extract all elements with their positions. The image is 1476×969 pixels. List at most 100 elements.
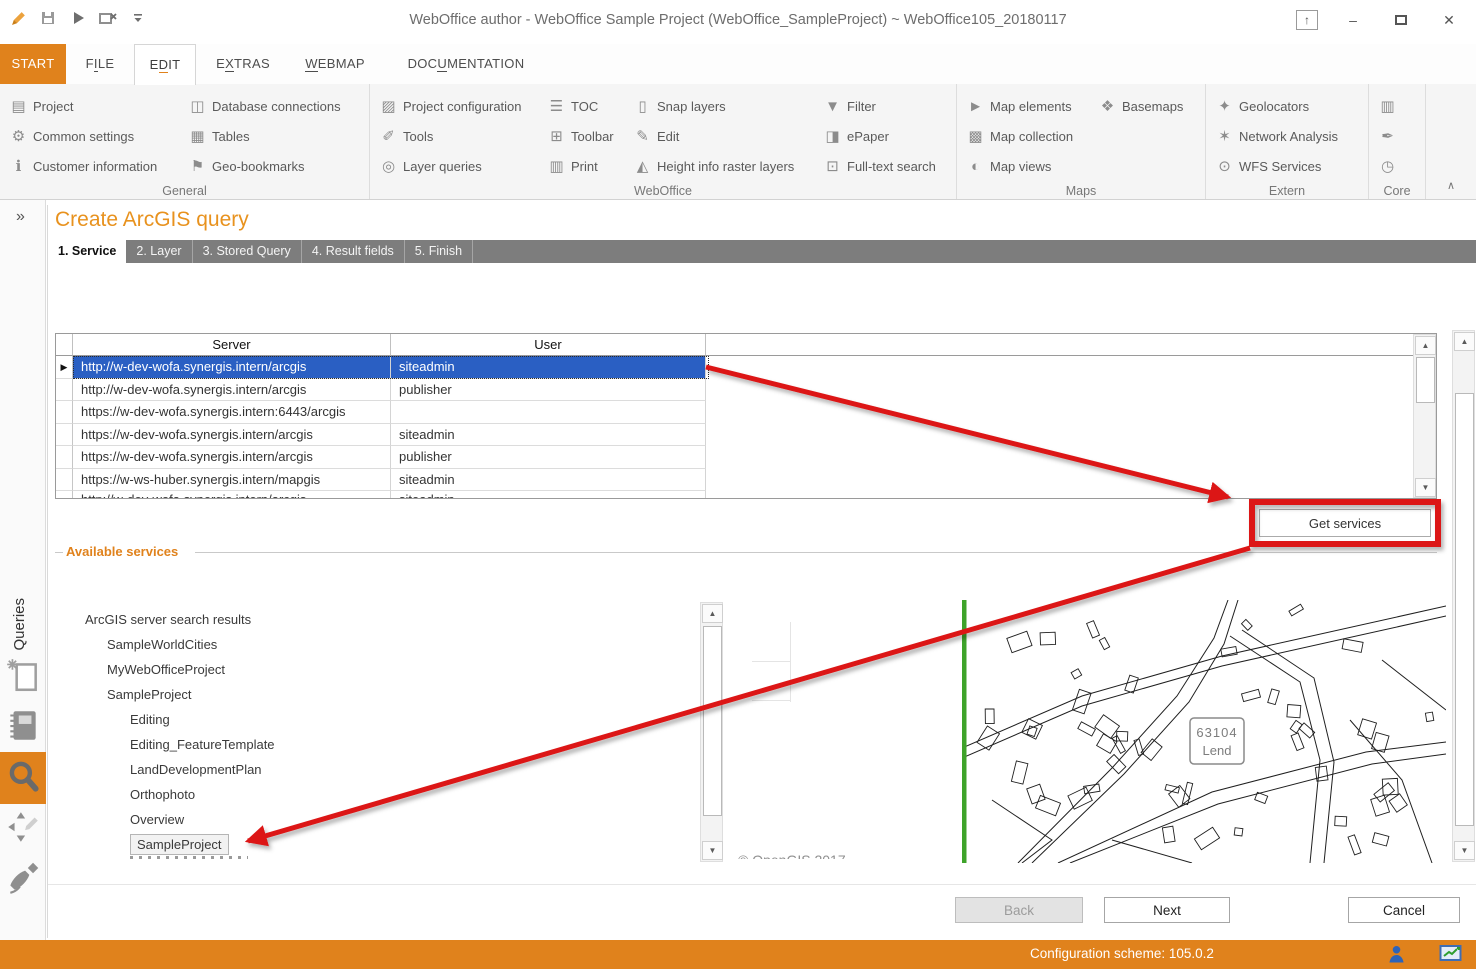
server-cell[interactable]: http://w-dev-wofa.synergis.intern/arcgis (73, 356, 391, 379)
page-scrollbar[interactable]: ▲ ▼ (1452, 330, 1475, 862)
toolbar-button[interactable]: ⊞Toolbar (544, 121, 630, 151)
tree-item-landdevelopmentplan[interactable]: LandDevelopmentPlan (80, 757, 680, 782)
layer-queries-button[interactable]: ◎Layer queries (376, 151, 544, 181)
tree-item-arcgis-server-search-results[interactable]: ArcGIS server search results (80, 607, 680, 632)
height-info-raster-layers-button[interactable]: ◭Height info raster layers (630, 151, 820, 181)
page-scroll-thumb[interactable] (1455, 393, 1474, 826)
table-scrollbar[interactable]: ▲ ▼ (1413, 334, 1436, 498)
tables-button[interactable]: ▦Tables (185, 121, 365, 151)
edit-button[interactable]: ✎Edit (630, 121, 820, 151)
customer-information-button[interactable]: ℹCustomer information (6, 151, 185, 181)
play-icon[interactable] (68, 8, 88, 28)
user-cell[interactable]: publisher (391, 379, 706, 402)
tree-scroll-up-button[interactable]: ▲ (702, 604, 723, 623)
dropdown-caret-icon[interactable] (128, 8, 148, 28)
tree-item-orthophoto[interactable]: Orthophoto (80, 782, 680, 807)
ribbon-collapse-button[interactable]: ∧ (1441, 178, 1461, 194)
tree-item-sampleworldcities[interactable]: SampleWorldCities (80, 632, 680, 657)
table-row[interactable]: https://w-dev-wofa.synergis.intern/arcgi… (56, 446, 1436, 469)
geo-bookmarks-button[interactable]: ⚑Geo-bookmarks (185, 151, 365, 181)
table-row[interactable]: ▶http://w-dev-wofa.synergis.intern/arcgi… (56, 356, 1436, 379)
pencil-icon[interactable] (8, 8, 28, 28)
tree-item-editing-featuretemplate[interactable]: Editing_FeatureTemplate (80, 732, 680, 757)
wizard-step-3-stored-query[interactable]: 3. Stored Query (193, 240, 302, 263)
tree-item-mywebofficeproject[interactable]: MyWebOfficeProject (80, 657, 680, 682)
back-button[interactable]: Back (955, 897, 1083, 923)
project-button[interactable]: ▤Project (6, 91, 185, 121)
user-cell[interactable]: siteadmin (391, 469, 706, 492)
tree-scroll-down-button[interactable]: ▼ (702, 841, 723, 860)
core-panel-button[interactable]: ▥ (1375, 91, 1421, 121)
table-scroll-down-button[interactable]: ▼ (1415, 478, 1436, 497)
server-cell[interactable]: https://w-ws-huber.synergis.intern/mapgi… (73, 469, 391, 492)
table-scroll-up-button[interactable]: ▲ (1415, 336, 1436, 355)
ribbon-tab-extras[interactable]: EXTRAS (204, 44, 282, 84)
wizard-step-1-service[interactable]: 1. Service (48, 240, 126, 263)
sidebar-tool-pen[interactable] (0, 854, 46, 904)
user-cell[interactable]: siteadmin (391, 424, 706, 447)
table-row[interactable]: https://w-dev-wofa.synergis.intern/arcgi… (56, 424, 1436, 447)
tree-item-sampleproject[interactable]: SampleProject (80, 832, 680, 857)
server-cell[interactable]: http://w-dev-wofa.synergis.intern/arcgis (73, 491, 391, 498)
full-text-search-button[interactable]: ⊡Full-text search (820, 151, 952, 181)
tree-scrollbar[interactable]: ▲ ▼ (700, 602, 723, 862)
print-button[interactable]: ▥Print (544, 151, 630, 181)
server-cell[interactable]: https://w-dev-wofa.synergis.intern:6443/… (73, 401, 391, 424)
user-cell[interactable] (391, 401, 706, 424)
maximize-button[interactable] (1388, 8, 1414, 32)
sidebar-tool-move-edit[interactable] (0, 804, 46, 854)
network-analysis-button[interactable]: ✶Network Analysis (1212, 121, 1364, 151)
user-column-header[interactable]: User (391, 334, 706, 356)
table-row[interactable]: https://w-dev-wofa.synergis.intern:6443/… (56, 401, 1436, 424)
monitor-chart-icon[interactable] (1439, 944, 1462, 969)
snap-layers-button[interactable]: ▯Snap layers (630, 91, 820, 121)
server-cell[interactable]: https://w-dev-wofa.synergis.intern/arcgi… (73, 424, 391, 447)
user-person-icon[interactable] (1388, 944, 1405, 969)
geolocators-button[interactable]: ✦Geolocators (1212, 91, 1364, 121)
tools-button[interactable]: ✐Tools (376, 121, 544, 151)
ribbon-tab-documentation[interactable]: DOCUMENTATION (396, 44, 536, 84)
tree-scroll-thumb[interactable] (703, 626, 722, 816)
server-column-header[interactable]: Server (73, 334, 391, 356)
wizard-step-2-layer[interactable]: 2. Layer (126, 240, 192, 263)
table-scroll-thumb[interactable] (1416, 357, 1435, 403)
toc-button[interactable]: ☰TOC (544, 91, 630, 121)
next-button[interactable]: Next (1104, 897, 1230, 923)
basemaps-button[interactable]: ❖Basemaps (1095, 91, 1201, 121)
wfs-services-button[interactable]: ⊙WFS Services (1212, 151, 1364, 181)
page-scroll-up-button[interactable]: ▲ (1454, 332, 1475, 351)
table-row[interactable]: http://w-dev-wofa.synergis.intern/arcgis… (56, 379, 1436, 402)
map-collection-button[interactable]: ▩Map collection (963, 121, 1095, 151)
cancel-button[interactable]: Cancel (1348, 897, 1460, 923)
folder-close-icon[interactable] (98, 8, 118, 28)
save-icon[interactable] (38, 8, 58, 28)
ribbon-tab-webmap[interactable]: WEBMAP (292, 44, 378, 84)
map-elements-button[interactable]: ►Map elements (963, 91, 1095, 121)
ribbon-tab-start[interactable]: START (0, 44, 66, 84)
common-settings-button[interactable]: ⚙Common settings (6, 121, 185, 151)
ribbon-tab-file[interactable]: FILE (72, 44, 128, 84)
server-cell[interactable]: https://w-dev-wofa.synergis.intern/arcgi… (73, 446, 391, 469)
sidebar-tool-search[interactable] (0, 752, 46, 804)
project-configuration-button[interactable]: ▨Project configuration (376, 91, 544, 121)
user-cell[interactable]: siteadmin (391, 491, 706, 498)
tree-item-sampleproject[interactable]: SampleProject (80, 682, 680, 707)
table-row[interactable]: https://w-ws-huber.synergis.intern/mapgi… (56, 469, 1436, 492)
tree-item-overview[interactable]: Overview (80, 807, 680, 832)
tree-item-editing[interactable]: Editing (80, 707, 680, 732)
get-services-button[interactable]: Get services (1259, 509, 1431, 537)
sidebar-tool-notebook[interactable] (0, 702, 46, 752)
wizard-step-4-result-fields[interactable]: 4. Result fields (302, 240, 405, 263)
table-row[interactable]: http://w-dev-wofa.synergis.intern/arcgis… (56, 491, 1436, 498)
panel-expand-button[interactable]: » (16, 208, 25, 226)
minimize-button[interactable]: – (1340, 8, 1366, 32)
ribbon-tab-edit[interactable]: EDIT (134, 44, 196, 85)
user-cell[interactable]: publisher (391, 446, 706, 469)
map-views-button[interactable]: ◐Map views (963, 151, 1095, 181)
epaper-button[interactable]: ◨ePaper (820, 121, 952, 151)
sidebar-tool-new-page[interactable] (0, 652, 46, 702)
filter-button[interactable]: ▼Filter (820, 91, 952, 121)
page-scroll-down-button[interactable]: ▼ (1454, 841, 1475, 860)
user-cell[interactable]: siteadmin (391, 356, 706, 379)
wizard-step-5-finish[interactable]: 5. Finish (405, 240, 473, 263)
